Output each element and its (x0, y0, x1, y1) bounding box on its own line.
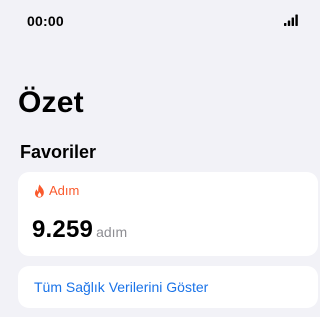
steps-card-label: Adım (49, 183, 80, 198)
steps-unit: adım (96, 224, 128, 240)
steps-card[interactable]: Adım 9.259 adım (18, 172, 318, 256)
favorites-section-title: Favoriler (20, 142, 97, 162)
flame-icon (34, 183, 44, 198)
status-time: 00:00 (27, 13, 64, 29)
page-title: Özet (18, 86, 84, 119)
show-all-health-data-button[interactable]: Tüm Sağlık Verilerini Göster (18, 266, 318, 308)
steps-value: 9.259 (32, 216, 94, 243)
steps-metric: 9.259 adım (32, 216, 127, 244)
steps-card-header: Adım (34, 183, 79, 198)
health-summary-screen: 00:00 Özet Favoriler Adım 9.259 adım Tüm… (0, 0, 318, 317)
show-all-health-data-label: Tüm Sağlık Verilerini Göster (34, 279, 209, 295)
cellular-signal-icon (284, 14, 298, 26)
status-bar: 00:00 (0, 0, 300, 44)
